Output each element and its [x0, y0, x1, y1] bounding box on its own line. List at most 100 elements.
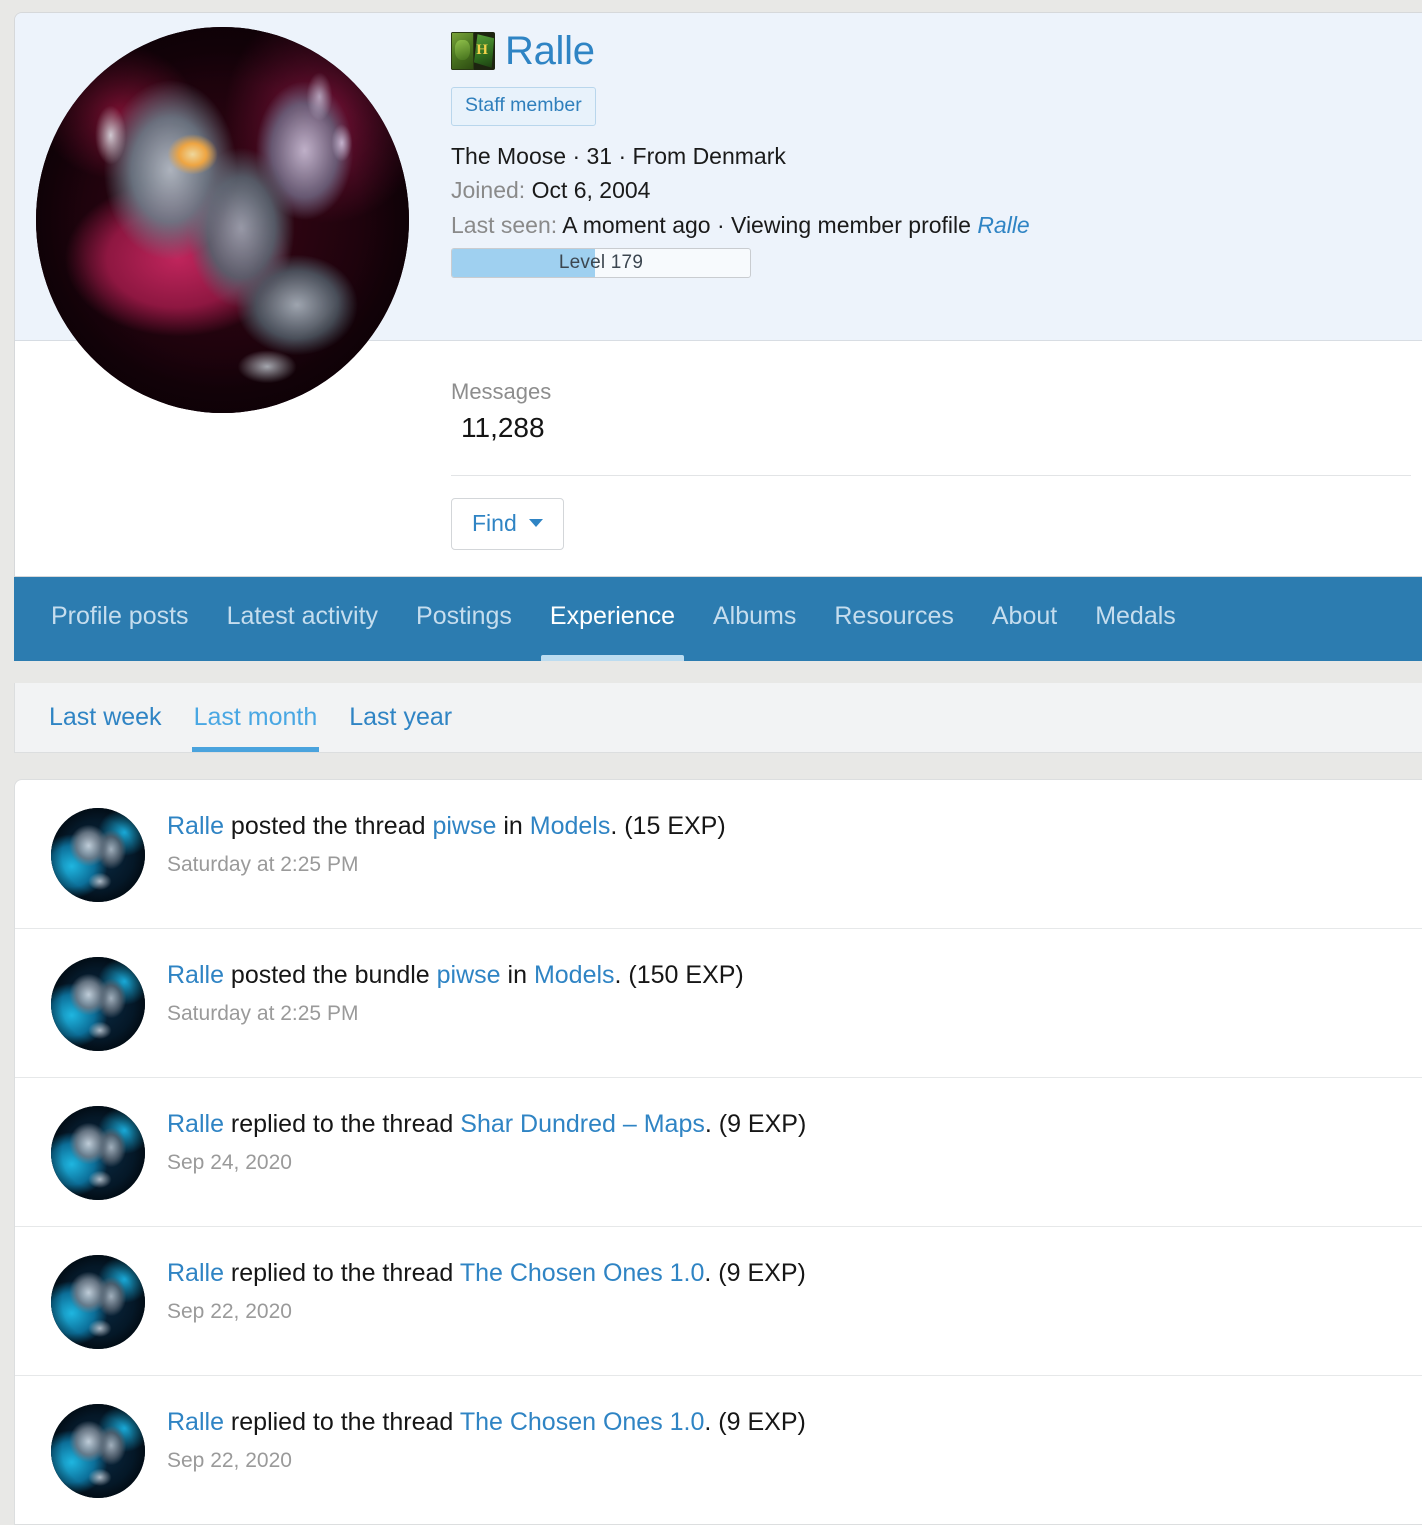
- activity-user-link[interactable]: Ralle: [167, 1259, 224, 1287]
- badge-row: Staff member: [451, 87, 1422, 126]
- activity-row: Ralle posted the thread piwse in Models.…: [15, 780, 1422, 929]
- activity-action-text: replied to the thread: [223, 1109, 461, 1138]
- activity-timestamp: Sep 22, 2020: [167, 1449, 292, 1473]
- activity-action-mid-text: in: [496, 811, 530, 840]
- activity-row: Ralle replied to the thread Shar Dundred…: [15, 1078, 1422, 1227]
- avatar-image: [36, 27, 409, 413]
- activity-user-link[interactable]: Ralle: [167, 1110, 224, 1138]
- profile-joined-line: Joined: Oct 6, 2004: [451, 174, 1422, 207]
- avatar[interactable]: [51, 1403, 145, 1498]
- tab-profile-posts[interactable]: Profile posts: [32, 601, 208, 661]
- activity-row: Ralle replied to the thread The Chosen O…: [15, 1376, 1422, 1524]
- activity-exp-suffix: . (9 EXP): [704, 1407, 806, 1436]
- find-wrap: Find: [15, 476, 1422, 576]
- avatar[interactable]: [51, 1254, 145, 1349]
- subtab-label: Last year: [349, 702, 453, 731]
- subtab-last-week[interactable]: Last week: [33, 702, 178, 752]
- activity-container-link[interactable]: Models: [534, 961, 615, 989]
- tab-label: Medals: [1095, 601, 1176, 630]
- activity-timestamp: Sep 24, 2020: [167, 1151, 292, 1175]
- profile-tab-bar: Profile posts Latest activity Postings Expe…: [14, 576, 1422, 661]
- tab-medals[interactable]: Medals: [1076, 601, 1195, 661]
- activity-exp-suffix: . (9 EXP): [704, 1109, 807, 1138]
- joined-value: Oct 6, 2004: [531, 177, 651, 204]
- activity-target-link[interactable]: piwse: [437, 961, 501, 989]
- activity-action-text: posted the bundle: [223, 960, 437, 989]
- avatar[interactable]: [51, 1105, 145, 1200]
- chevron-down-icon: [528, 519, 543, 528]
- tab-resources[interactable]: Resources: [815, 601, 973, 661]
- activity-target-link[interactable]: The Chosen Ones 1.0: [460, 1408, 705, 1436]
- activity-action-text: posted the thread: [223, 811, 433, 840]
- activity-timestamp: Sep 22, 2020: [167, 1300, 292, 1324]
- activity-text: Ralle posted the bundle piwse in Models.…: [167, 959, 744, 992]
- profile-lastseen-line: Last seen: A moment ago · Viewing member…: [451, 209, 1422, 242]
- messages-label: Messages: [451, 379, 552, 404]
- activity-exp-suffix: . (15 EXP): [610, 811, 726, 840]
- activity-target-link[interactable]: Shar Dundred – Maps: [460, 1110, 705, 1138]
- joined-label: Joined:: [451, 177, 526, 204]
- profile-title-line: The Moose · 31 · From Denmark: [451, 142, 786, 169]
- messages-value: 11,288: [461, 412, 545, 444]
- last-seen-value: A moment ago · Viewing member profile: [562, 211, 971, 238]
- avatar[interactable]: [51, 956, 145, 1051]
- subtab-last-year[interactable]: Last year: [333, 702, 468, 752]
- tab-label: Latest activity: [226, 601, 379, 630]
- tab-about[interactable]: About: [973, 601, 1076, 661]
- avatar[interactable]: [36, 27, 409, 413]
- activity-body: Ralle replied to the thread The Chosen O…: [167, 1402, 806, 1474]
- experience-range-tabs: Last week Last month Last year: [14, 682, 1422, 753]
- activity-body: Ralle replied to the thread The Chosen O…: [167, 1253, 806, 1325]
- activity-body: Ralle replied to the thread Shar Dundred…: [167, 1104, 806, 1176]
- activity-target-link[interactable]: The Chosen Ones 1.0: [460, 1259, 705, 1287]
- tab-label: Profile posts: [51, 601, 189, 630]
- activity-exp-suffix: . (9 EXP): [704, 1258, 806, 1287]
- activity-exp-suffix: . (150 EXP): [614, 960, 744, 989]
- find-button[interactable]: Find: [451, 497, 564, 550]
- find-button-label: Find: [472, 509, 517, 536]
- tab-albums[interactable]: Albums: [694, 601, 815, 661]
- last-seen-link[interactable]: Ralle: [977, 212, 1029, 238]
- activity-timestamp: Saturday at 2:25 PM: [167, 1002, 359, 1026]
- last-seen-label: Last seen:: [451, 211, 558, 238]
- subtab-label: Last month: [193, 702, 318, 731]
- activity-action-text: replied to the thread: [223, 1258, 460, 1287]
- tab-label: Postings: [416, 601, 512, 630]
- activity-user-link[interactable]: Ralle: [167, 812, 224, 840]
- activity-list: Ralle posted the thread piwse in Models.…: [14, 778, 1422, 1525]
- profile-page: H Ralle Staff member The Moose · 31 · Fr…: [0, 0, 1422, 1525]
- tab-experience[interactable]: Experience: [531, 601, 694, 661]
- subtab-label: Last week: [49, 702, 162, 731]
- tab-latest-activity[interactable]: Latest activity: [208, 601, 397, 661]
- tab-label: About: [991, 601, 1058, 630]
- page-title[interactable]: Ralle: [505, 31, 595, 71]
- activity-user-link[interactable]: Ralle: [167, 961, 224, 989]
- activity-target-link[interactable]: piwse: [432, 812, 496, 840]
- avatar-vignette: [36, 27, 409, 413]
- activity-body: Ralle posted the thread piwse in Models.…: [167, 806, 726, 878]
- activity-row: Ralle replied to the thread The Chosen O…: [15, 1227, 1422, 1376]
- activity-body: Ralle posted the bundle piwse in Models.…: [167, 955, 744, 1027]
- orc-rank-icon: H: [451, 32, 495, 70]
- tab-postings[interactable]: Postings: [397, 601, 531, 661]
- subtab-last-month[interactable]: Last month: [178, 702, 334, 752]
- activity-row: Ralle posted the bundle piwse in Models.…: [15, 929, 1422, 1078]
- profile-header-block: H Ralle Staff member The Moose · 31 · Fr…: [14, 12, 1422, 577]
- activity-text: Ralle replied to the thread Shar Dundred…: [167, 1108, 806, 1141]
- activity-text: Ralle posted the thread piwse in Models.…: [167, 810, 726, 843]
- profile-name-row: H Ralle: [451, 31, 1422, 71]
- avatar[interactable]: [51, 807, 145, 902]
- tab-label: Albums: [712, 601, 797, 630]
- level-progress-bar: Level 179: [451, 248, 751, 279]
- activity-action-text: replied to the thread: [223, 1407, 460, 1436]
- activity-timestamp: Saturday at 2:25 PM: [167, 853, 359, 877]
- tab-label: Experience: [549, 601, 675, 630]
- status-badge: Staff member: [451, 87, 596, 126]
- activity-user-link[interactable]: Ralle: [167, 1408, 224, 1436]
- tab-label: Resources: [834, 601, 954, 630]
- activity-text: Ralle replied to the thread The Chosen O…: [167, 1257, 806, 1290]
- activity-action-mid-text: in: [500, 960, 534, 989]
- activity-text: Ralle replied to the thread The Chosen O…: [167, 1406, 806, 1439]
- level-label: Level 179: [558, 252, 644, 274]
- activity-container-link[interactable]: Models: [530, 812, 611, 840]
